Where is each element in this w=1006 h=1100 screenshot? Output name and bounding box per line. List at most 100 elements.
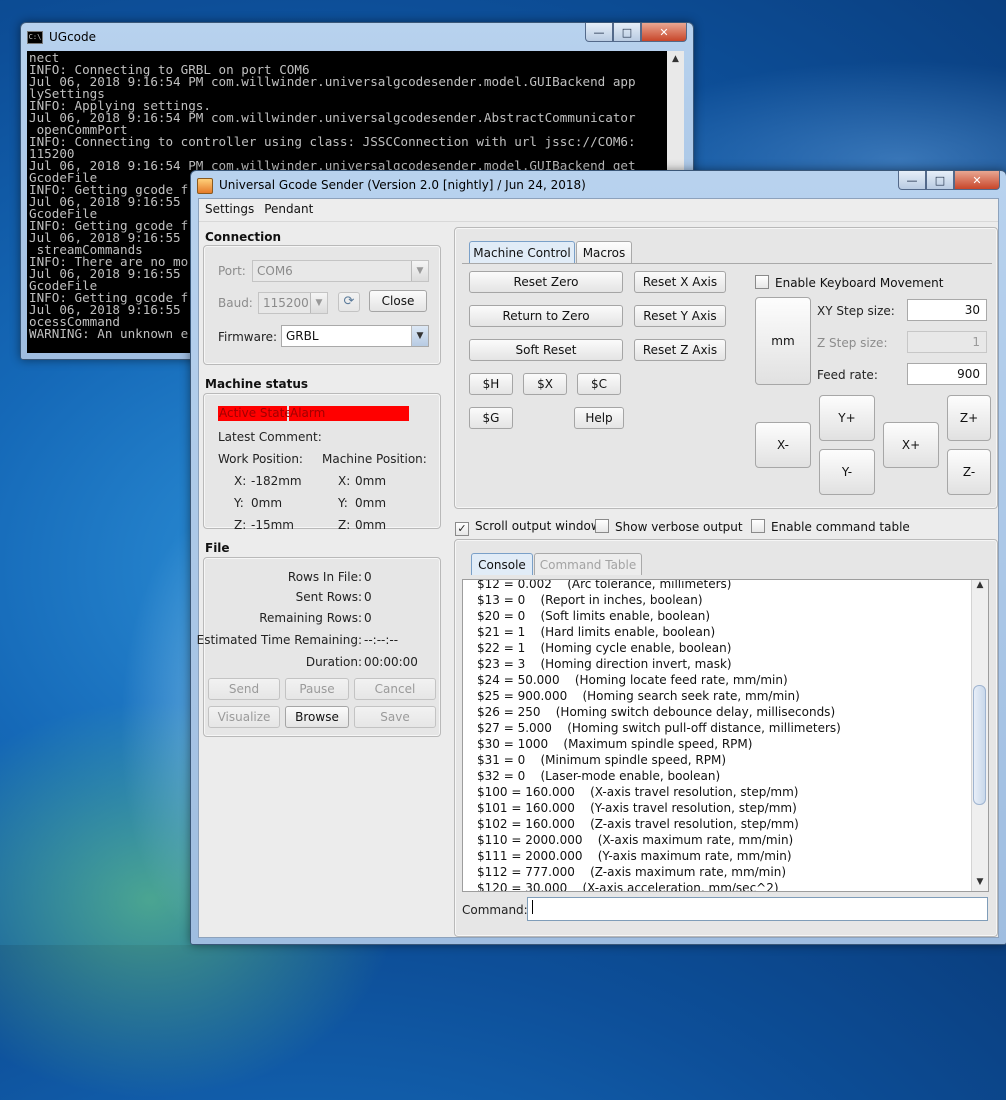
tab-console[interactable]: Console — [471, 553, 533, 575]
port-label: Port: — [218, 264, 246, 278]
port-select[interactable]: COM6 ▼ — [252, 260, 429, 282]
checkmark-icon: ✓ — [455, 522, 469, 536]
estimated-time-value: --:--:-- — [364, 633, 399, 647]
feed-rate-input[interactable]: 900 — [907, 363, 987, 385]
work-z-label: Z: — [234, 518, 247, 532]
active-state-value: Alarm — [289, 406, 409, 421]
console-line: $20 = 0 (Soft limits enable, boolean) — [477, 609, 711, 623]
console-line: $101 = 160.000 (Y-axis travel resolution… — [477, 801, 797, 815]
remaining-rows-label: Remaining Rows: — [259, 611, 362, 625]
refresh-ports-icon[interactable]: ⟳ — [338, 292, 360, 312]
console-window-title: C:\ UGcode — [27, 30, 97, 44]
scroll-down-icon[interactable]: ▼ — [972, 877, 988, 891]
home-command-button[interactable]: $H — [469, 373, 513, 395]
scroll-thumb[interactable] — [973, 685, 986, 805]
text-cursor — [532, 900, 533, 914]
machine-z-value: 0mm — [355, 518, 387, 532]
tab-command-table[interactable]: Command Table — [534, 553, 642, 575]
command-input[interactable] — [527, 897, 988, 921]
console-line: $23 = 3 (Homing direction invert, mask) — [477, 657, 732, 671]
menu-pendant[interactable]: Pendant — [258, 199, 317, 216]
close-icon[interactable]: ✕ — [641, 23, 687, 42]
gcode-state-button[interactable]: $G — [469, 407, 513, 429]
reset-y-axis-button[interactable]: Reset Y Axis — [634, 305, 726, 327]
unlock-command-button[interactable]: $X — [523, 373, 567, 395]
maximize-icon[interactable]: □ — [613, 23, 641, 42]
machine-position-label: Machine Position: — [322, 452, 427, 466]
cancel-button[interactable]: Cancel — [354, 678, 436, 700]
estimated-time-label: Estimated Time Remaining: — [196, 633, 362, 647]
sent-rows-value: 0 — [364, 590, 372, 604]
menu-settings[interactable]: Settings — [199, 199, 258, 216]
console-line: $100 = 160.000 (X-axis travel resolution… — [477, 785, 799, 799]
jog-x-minus-button[interactable]: X- — [755, 422, 811, 468]
jog-z-plus-button[interactable]: Z+ — [947, 395, 991, 441]
console-line: $21 = 1 (Hard limits enable, boolean) — [477, 625, 716, 639]
command-table-checkbox[interactable]: Enable command table — [751, 519, 910, 534]
verbose-output-checkbox[interactable]: Show verbose output — [595, 519, 743, 534]
machine-status-panel: Active State: Alarm Latest Comment: Work… — [203, 393, 441, 532]
z-step-input[interactable]: 1 — [907, 331, 987, 353]
ugs-app-icon — [197, 177, 213, 194]
minimize-icon[interactable]: — — [585, 23, 613, 42]
file-panel: Rows In File: 0 Sent Rows: 0 Remaining R… — [197, 557, 441, 737]
console-lines: $12 = 0.002 (Arc tolerance, millimeters)… — [477, 579, 841, 892]
console-scrollbar[interactable]: ▲ ▼ — [971, 580, 988, 891]
return-to-zero-button[interactable]: Return to Zero — [469, 305, 623, 327]
console-output-area[interactable]: $12 = 0.002 (Arc tolerance, millimeters)… — [462, 579, 989, 892]
soft-reset-button[interactable]: Soft Reset — [469, 339, 623, 361]
console-line: $110 = 2000.000 (X-axis maximum rate, mm… — [477, 833, 794, 847]
firmware-label: Firmware: — [218, 330, 278, 344]
xy-step-input[interactable]: 30 — [907, 299, 987, 321]
units-toggle-button[interactable]: mm — [755, 297, 811, 385]
jog-y-plus-button[interactable]: Y+ — [819, 395, 875, 441]
console-line: $31 = 0 (Minimum spindle speed, RPM) — [477, 753, 727, 767]
visualize-button[interactable]: Visualize — [208, 706, 280, 728]
remaining-rows-value: 0 — [364, 611, 372, 625]
pause-button[interactable]: Pause — [285, 678, 349, 700]
enable-keyboard-checkbox[interactable]: Enable Keyboard Movement — [755, 275, 943, 290]
minimize-icon[interactable]: — — [898, 171, 926, 190]
machine-y-value: 0mm — [355, 496, 387, 510]
machine-z-label: Z: — [338, 518, 351, 532]
duration-value: 00:00:00 — [364, 655, 418, 669]
firmware-select[interactable]: GRBL ▼ — [281, 325, 429, 347]
reset-x-axis-button[interactable]: Reset X Axis — [634, 271, 726, 293]
scroll-up-icon[interactable]: ▲ — [972, 580, 988, 594]
console-line: $12 = 0.002 (Arc tolerance, millimeters) — [477, 579, 732, 591]
ugs-window: Universal Gcode Sender (Version 2.0 [nig… — [190, 170, 1006, 945]
console-line: $30 = 1000 (Maximum spindle speed, RPM) — [477, 737, 753, 751]
ugs-window-title: Universal Gcode Sender (Version 2.0 [nig… — [197, 175, 586, 195]
chevron-down-icon: ▼ — [310, 293, 327, 313]
jog-y-minus-button[interactable]: Y- — [819, 449, 875, 495]
jog-z-minus-button[interactable]: Z- — [947, 449, 991, 495]
tab-machine-control[interactable]: Machine Control — [469, 241, 575, 263]
baud-select[interactable]: 115200 ▼ — [258, 292, 328, 314]
check-mode-button[interactable]: $C — [577, 373, 621, 395]
browse-button[interactable]: Browse — [285, 706, 349, 728]
reset-z-axis-button[interactable]: Reset Z Axis — [634, 339, 726, 361]
console-line: $13 = 0 (Report in inches, boolean) — [477, 593, 703, 607]
feed-rate-label: Feed rate: — [817, 368, 878, 382]
checkbox-icon — [751, 519, 765, 533]
console-line: $120 = 30.000 (X-axis acceleration, mm/s… — [477, 881, 779, 892]
chevron-down-icon: ▼ — [411, 261, 428, 281]
machine-x-label: X: — [338, 474, 351, 488]
send-button[interactable]: Send — [208, 678, 280, 700]
duration-label: Duration: — [305, 655, 362, 669]
machine-status-title: Machine status — [205, 377, 309, 391]
maximize-icon[interactable]: □ — [926, 171, 954, 190]
tab-macros[interactable]: Macros — [576, 241, 632, 263]
save-button[interactable]: Save — [354, 706, 436, 728]
help-button[interactable]: Help — [574, 407, 624, 429]
close-connection-button[interactable]: Close — [369, 290, 427, 312]
jog-x-plus-button[interactable]: X+ — [883, 422, 939, 468]
ugs-window-controls: — □ ✕ — [898, 171, 1000, 190]
scroll-up-icon[interactable]: ▲ — [667, 51, 684, 68]
tab-divider — [462, 263, 992, 264]
reset-zero-button[interactable]: Reset Zero — [469, 271, 623, 293]
z-step-label: Z Step size: — [817, 336, 888, 350]
scroll-output-checkbox[interactable]: ✓ Scroll output window — [455, 519, 601, 536]
close-icon[interactable]: ✕ — [954, 171, 1000, 190]
work-position-label: Work Position: — [218, 452, 303, 466]
